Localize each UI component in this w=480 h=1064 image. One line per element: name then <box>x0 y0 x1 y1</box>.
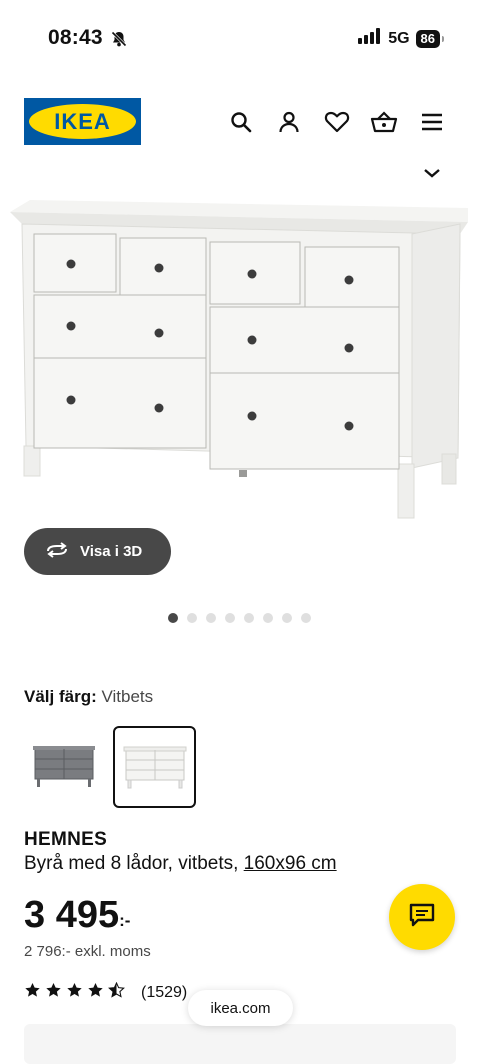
star-icon <box>66 982 83 1003</box>
size-link[interactable]: 160x96 cm <box>244 853 337 874</box>
star-icon <box>24 982 41 1003</box>
star-icon <box>45 982 62 1003</box>
bottom-info-card <box>24 1024 456 1064</box>
logo-text: IKEA <box>54 108 111 134</box>
basket-icon[interactable] <box>370 108 398 136</box>
rotate-3d-icon <box>44 541 70 562</box>
star-icon <box>87 982 104 1003</box>
swatch-white-stain[interactable] <box>113 726 196 808</box>
product-rating[interactable]: (1529) <box>24 981 188 1003</box>
color-label: Välj färg: <box>24 687 97 706</box>
review-count: (1529) <box>141 983 188 1001</box>
chat-button[interactable] <box>389 884 455 950</box>
half-star-icon <box>108 981 125 1003</box>
color-value: Vitbets <box>101 687 154 706</box>
carousel-dot[interactable] <box>206 613 216 623</box>
menu-icon[interactable] <box>418 108 446 136</box>
bell-muted-icon <box>110 30 128 53</box>
search-icon[interactable] <box>227 108 255 136</box>
product-name: HEMNES <box>24 829 108 850</box>
price-excl-vat: 2 796:- exkl. moms <box>24 943 151 960</box>
carousel-dot[interactable] <box>263 613 273 623</box>
network-type: 5G <box>388 29 410 47</box>
chat-icon <box>409 903 435 932</box>
image-carousel-dots <box>168 613 311 623</box>
carousel-dot[interactable] <box>282 613 292 623</box>
product-description-text: Byrå med 8 lådor, vitbets, <box>24 853 244 874</box>
price-suffix: :- <box>119 911 131 930</box>
status-time: 08:43 <box>48 26 103 49</box>
browser-url-pill[interactable]: ikea.com <box>188 990 293 1026</box>
carousel-dot[interactable] <box>244 613 254 623</box>
carousel-dot[interactable] <box>187 613 197 623</box>
ikea-logo[interactable]: IKEA <box>24 98 141 145</box>
carousel-dot[interactable] <box>301 613 311 623</box>
product-image[interactable] <box>0 160 480 530</box>
color-selector-label: Välj färg: Vitbets <box>24 687 153 707</box>
carousel-dot[interactable] <box>225 613 235 623</box>
view-3d-label: Visa i 3D <box>80 543 143 560</box>
battery-indicator: 86 <box>415 29 445 48</box>
profile-icon[interactable] <box>275 108 303 136</box>
view-3d-button[interactable]: Visa i 3D <box>24 528 171 575</box>
product-description: Byrå med 8 lådor, vitbets, 160x96 cm <box>24 853 337 875</box>
product-price: 3 495 :- <box>24 893 130 937</box>
carousel-dot[interactable] <box>168 613 178 623</box>
price-value: 3 495 <box>24 894 120 936</box>
signal-icon <box>358 28 382 49</box>
heart-icon[interactable] <box>323 108 351 136</box>
swatch-grey[interactable] <box>24 726 104 806</box>
